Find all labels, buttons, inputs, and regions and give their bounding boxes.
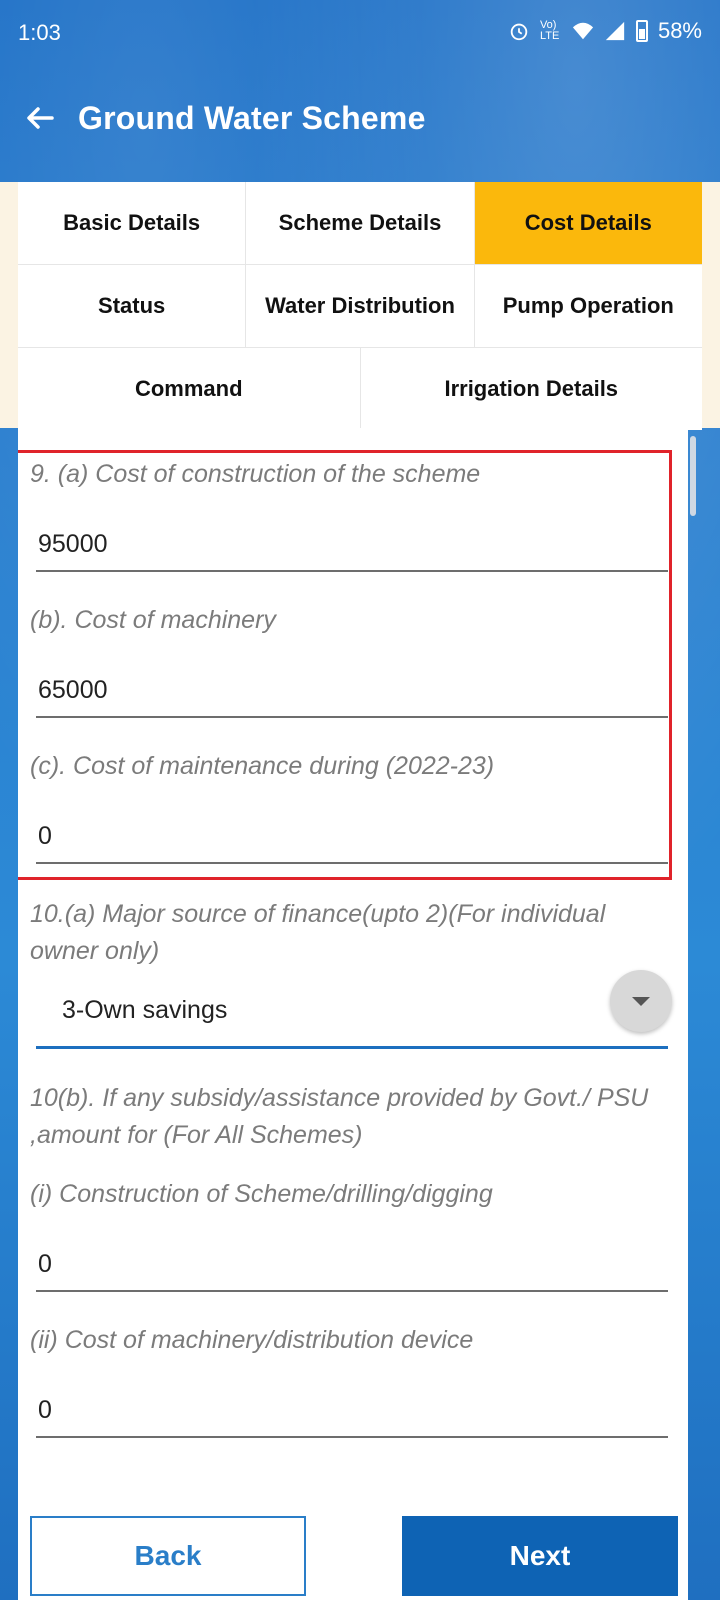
battery-icon <box>635 20 648 42</box>
tab-basic-details[interactable]: Basic Details <box>18 182 247 264</box>
q10b-i-input[interactable]: 0 <box>36 1230 668 1292</box>
tab-row-3: Command Irrigation Details <box>18 348 702 430</box>
tab-scheme-details[interactable]: Scheme Details <box>246 182 475 264</box>
tabs-right-edge <box>702 182 720 428</box>
network-label: Vo) LTE <box>539 19 560 42</box>
q9a-value: 95000 <box>38 530 108 558</box>
q9b-input[interactable]: 65000 <box>36 656 668 718</box>
alarm-icon <box>510 23 528 41</box>
back-button[interactable]: Back <box>30 1516 306 1596</box>
tab-command[interactable]: Command <box>18 348 361 430</box>
q9a-input[interactable]: 95000 <box>36 510 668 572</box>
tab-cost-details[interactable]: Cost Details <box>474 182 702 264</box>
arrow-left-icon[interactable] <box>20 98 60 138</box>
cost-details-form: 9. (a) Cost of construction of the schem… <box>18 428 688 1600</box>
tabs-left-edge <box>0 182 18 428</box>
q10b-label: 10(b). If any subsidy/assistance provide… <box>30 1084 649 1149</box>
page-title: Ground Water Scheme <box>78 100 426 136</box>
q9b-label: (b). Cost of machinery <box>30 606 276 634</box>
battery-percent: 58% <box>657 18 702 43</box>
q9a-label: 9. (a) Cost of construction of the schem… <box>30 460 481 488</box>
q10a-label: 10.(a) Major source of finance(upto 2)(F… <box>30 900 606 965</box>
q10b-ii-label: (ii) Cost of machinery/distribution devi… <box>30 1326 474 1354</box>
tab-water-distribution[interactable]: Water Distribution <box>246 265 475 347</box>
status-bar: 1:03 Vo) LTE 58% <box>0 0 720 64</box>
signal-icon <box>605 21 625 41</box>
finance-source-selected: 3-Own savings <box>62 996 228 1024</box>
next-button[interactable]: Next <box>402 1516 678 1596</box>
q9c-label: (c). Cost of maintenance during (2022-23… <box>30 752 495 780</box>
tab-irrigation-details[interactable]: Irrigation Details <box>361 348 703 430</box>
tab-row-1: Basic Details Scheme Details Cost Detail… <box>18 182 702 265</box>
q10b-i-value: 0 <box>38 1250 52 1278</box>
q9b-value: 65000 <box>38 676 108 704</box>
dropdown-button[interactable] <box>610 970 672 1032</box>
section-tabs: Basic Details Scheme Details Cost Detail… <box>18 182 702 430</box>
finance-source-dropdown[interactable]: 3-Own savings <box>36 970 672 1049</box>
tab-pump-operation[interactable]: Pump Operation <box>475 265 702 347</box>
q10b-ii-input[interactable]: 0 <box>36 1376 668 1438</box>
app-bar: Ground Water Scheme <box>0 64 720 182</box>
status-icons: Vo) LTE 58% <box>508 18 702 44</box>
q9c-value: 0 <box>38 822 52 850</box>
tab-row-2: Status Water Distribution Pump Operation <box>18 265 702 348</box>
scrollbar[interactable] <box>690 436 696 516</box>
q10b-i-label: (i) Construction of Scheme/drilling/digg… <box>30 1180 493 1208</box>
wifi-icon <box>572 22 594 40</box>
chevron-down-icon <box>632 996 650 1006</box>
q10b-ii-value: 0 <box>38 1396 52 1424</box>
tab-status[interactable]: Status <box>18 265 247 347</box>
q9c-input[interactable]: 0 <box>36 802 668 864</box>
status-time: 1:03 <box>18 20 61 45</box>
